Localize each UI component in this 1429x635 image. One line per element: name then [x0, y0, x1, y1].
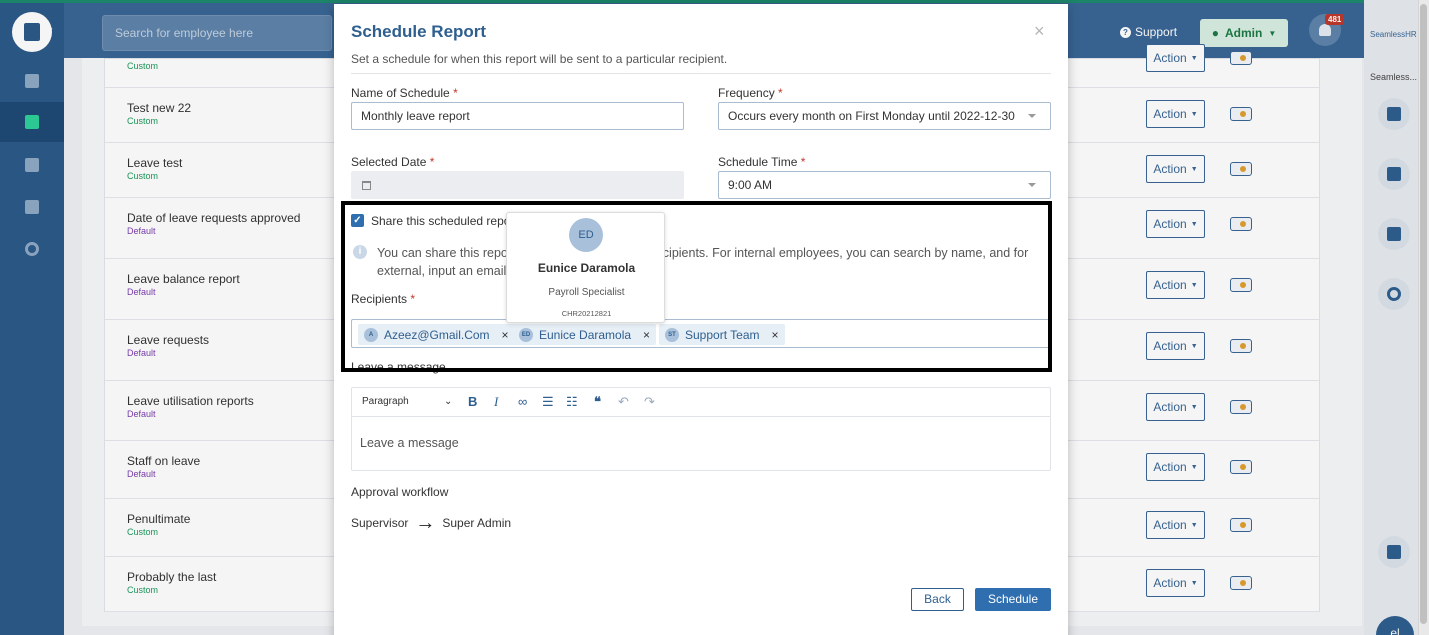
- chevron-down-icon: [1028, 183, 1036, 187]
- flow-to: Super Admin: [442, 516, 512, 530]
- paragraph-select[interactable]: Paragraph: [362, 396, 409, 407]
- frequency-select[interactable]: Occurs every month on First Monday until…: [718, 102, 1051, 130]
- highlight-frame: [341, 201, 1052, 372]
- redo-icon[interactable]: ↷: [644, 394, 655, 410]
- popover-role: Payroll Specialist: [548, 287, 625, 298]
- schedule-name-label: Name of Schedule *: [351, 86, 458, 100]
- frequency-label: Frequency *: [718, 86, 783, 100]
- chevron-down-icon: ⌄: [444, 396, 453, 407]
- quote-icon[interactable]: ❝: [594, 394, 601, 410]
- bullet-list-icon[interactable]: ☰: [542, 394, 554, 410]
- editor-toolbar: Paragraph ⌄ B I ∞ ☰ ☷ ❝ ↶ ↷: [352, 388, 1050, 417]
- message-editor: Paragraph ⌄ B I ∞ ☰ ☷ ❝ ↶ ↷ Leave a mess…: [351, 387, 1051, 471]
- popover-name: Eunice Daramola: [537, 261, 636, 275]
- divider: [351, 73, 1051, 74]
- schedule-name-input[interactable]: Monthly leave report: [351, 102, 684, 130]
- frequency-value: Occurs every month on First Monday until…: [728, 109, 1015, 123]
- undo-icon[interactable]: ↶: [618, 394, 629, 410]
- approval-workflow-label: Approval workflow: [351, 485, 449, 499]
- schedule-time-label: Schedule Time *: [718, 155, 806, 169]
- schedule-report-modal: Schedule Report Set a schedule for when …: [334, 4, 1068, 635]
- selected-date-label: Selected Date *: [351, 155, 435, 169]
- modal-subtitle: Set a schedule for when this report will…: [351, 52, 728, 66]
- recipient-profile-popover: ED Eunice Daramola Payroll Specialist CH…: [506, 212, 665, 323]
- selected-date-input[interactable]: [351, 171, 684, 199]
- numbered-list-icon[interactable]: ☷: [566, 394, 578, 410]
- schedule-button[interactable]: Schedule: [975, 588, 1051, 611]
- close-icon[interactable]: ×: [1034, 21, 1045, 42]
- popover-employee-id: CHR20212821: [561, 309, 612, 318]
- flow-from: Supervisor: [351, 516, 409, 530]
- arrow-right-icon: →: [415, 512, 436, 534]
- back-button[interactable]: Back: [911, 588, 964, 611]
- chevron-down-icon: [1028, 114, 1036, 118]
- bold-icon[interactable]: B: [468, 394, 477, 409]
- calendar-icon: [362, 181, 371, 190]
- message-textarea[interactable]: Leave a message: [360, 436, 459, 450]
- italic-icon[interactable]: I: [494, 394, 498, 410]
- modal-title: Schedule Report: [351, 22, 487, 41]
- popover-avatar: ED: [569, 218, 603, 252]
- schedule-time-select[interactable]: 9:00 AM: [718, 171, 1051, 199]
- approval-flow: Supervisor → Super Admin: [351, 512, 512, 534]
- schedule-time-value: 9:00 AM: [728, 178, 773, 192]
- link-icon[interactable]: ∞: [518, 394, 527, 409]
